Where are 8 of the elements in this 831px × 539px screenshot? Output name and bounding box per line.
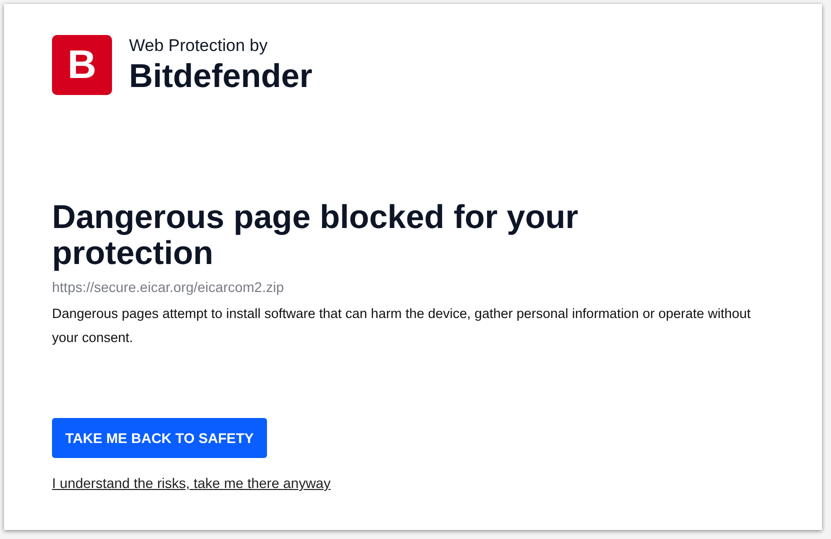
brand-name: Bitdefender [129,57,312,95]
proceed-anyway-link[interactable]: I understand the risks, take me there anyway [52,475,331,491]
blocked-url: https://secure.eicar.org/eicarcom2.zip [52,278,285,296]
brand-logo: B [52,35,112,95]
description-text: Dangerous pages attempt to install software that can harm the device, gather personal information or operate without your consent. [52,305,752,347]
brand-tagline: Web Protection by [129,35,269,57]
back-to-safety-button[interactable]: TAKE ME BACK TO SAFETY [52,418,267,458]
page-heading: Dangerous page blocked for your protection [52,199,580,271]
